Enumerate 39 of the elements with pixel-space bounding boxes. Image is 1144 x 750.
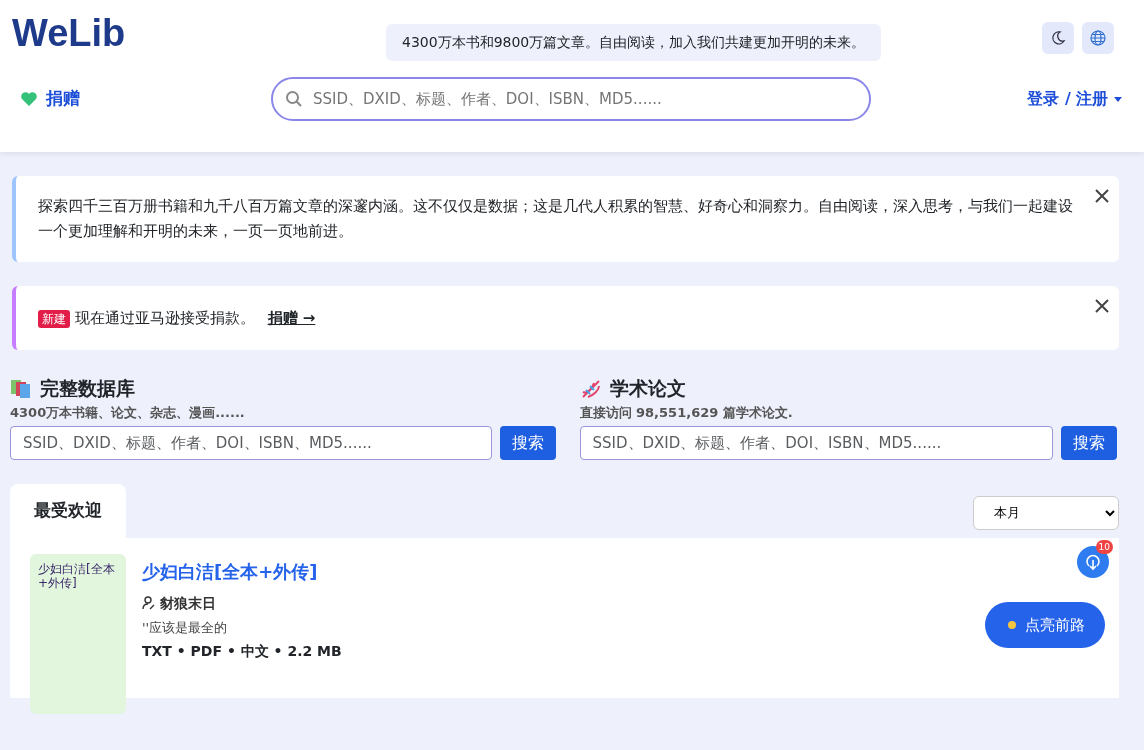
language-button[interactable] (1082, 22, 1114, 54)
book-cover[interactable]: 少妇白洁[全本+外传] (30, 553, 126, 714)
search-icon (285, 90, 303, 108)
popular-tab[interactable]: 最受欢迎 (10, 484, 126, 538)
download-icon (1084, 552, 1102, 571)
notification-count: 10 (1095, 539, 1113, 554)
heart-icon (20, 91, 38, 107)
caret-icon (1114, 97, 1122, 102)
alert-text: 现在通过亚马逊接受捐款。 (74, 308, 255, 327)
login-link[interactable]: 登录 / 注册 (882, 87, 1122, 111)
new-badge: 新建 (38, 309, 70, 328)
download-button[interactable] (1077, 545, 1109, 578)
book-title-link[interactable]: 少妇白洁[全本+外传] (142, 560, 318, 582)
search-button[interactable]: 搜索 (1061, 426, 1117, 461)
search-field[interactable]: SSID、DXID、标题、作者、DOI、ISBN、MD5...... (271, 77, 871, 121)
moon-icon (1050, 30, 1066, 46)
alert-text: 探索四千三百万册书籍和九千八百万篇文章的深邃内涵。这不仅仅是数据；这是几代人积累的智慧、好奇心和洞察力。自由阅读，深入思考，与我们一起建设一个更加理解和开明的未来，一页一页地前进。 (38, 197, 1073, 240)
tagline: 4300万本书和9800万篇文章。自由阅读，加入我们共建更加开明的未来。 (386, 24, 882, 61)
search-button[interactable]: 搜索 (499, 426, 556, 461)
globe-icon (1089, 29, 1107, 47)
period-select[interactable]: 本月 (973, 495, 1119, 530)
dark-mode-button[interactable] (1042, 22, 1074, 54)
section-title: 完整数据库 (40, 376, 135, 402)
section-subtitle: 4300万本书籍、论文、杂志、漫画...... (10, 403, 246, 422)
section-title: 学术论文 (609, 376, 686, 402)
donate-link[interactable]: 捐赠 → (267, 308, 316, 327)
book-meta: TXT • PDF • 中文 • 2.2 MB (142, 642, 342, 662)
author-name: 豺狼末日 (160, 593, 216, 613)
search-field[interactable]: SSID、DXID、标题、作者、DOI、ISBN、MD5...... (10, 426, 492, 461)
book-description: ''应该是最全的 (142, 618, 229, 637)
search-field[interactable]: SSID、DXID、标题、作者、DOI、ISBN、MD5...... (579, 426, 1053, 461)
cta-button[interactable]: 点亮前路 (985, 601, 1105, 649)
books-icon (10, 378, 32, 399)
section-subtitle: 直接访问 98,551,629 篇学术论文. (579, 403, 794, 422)
close-icon (1095, 298, 1109, 313)
donate-link[interactable]: 捐赠 (20, 86, 260, 112)
close-icon (1095, 189, 1109, 203)
logo[interactable]: WeLib (12, 14, 126, 52)
author-icon (142, 596, 156, 611)
